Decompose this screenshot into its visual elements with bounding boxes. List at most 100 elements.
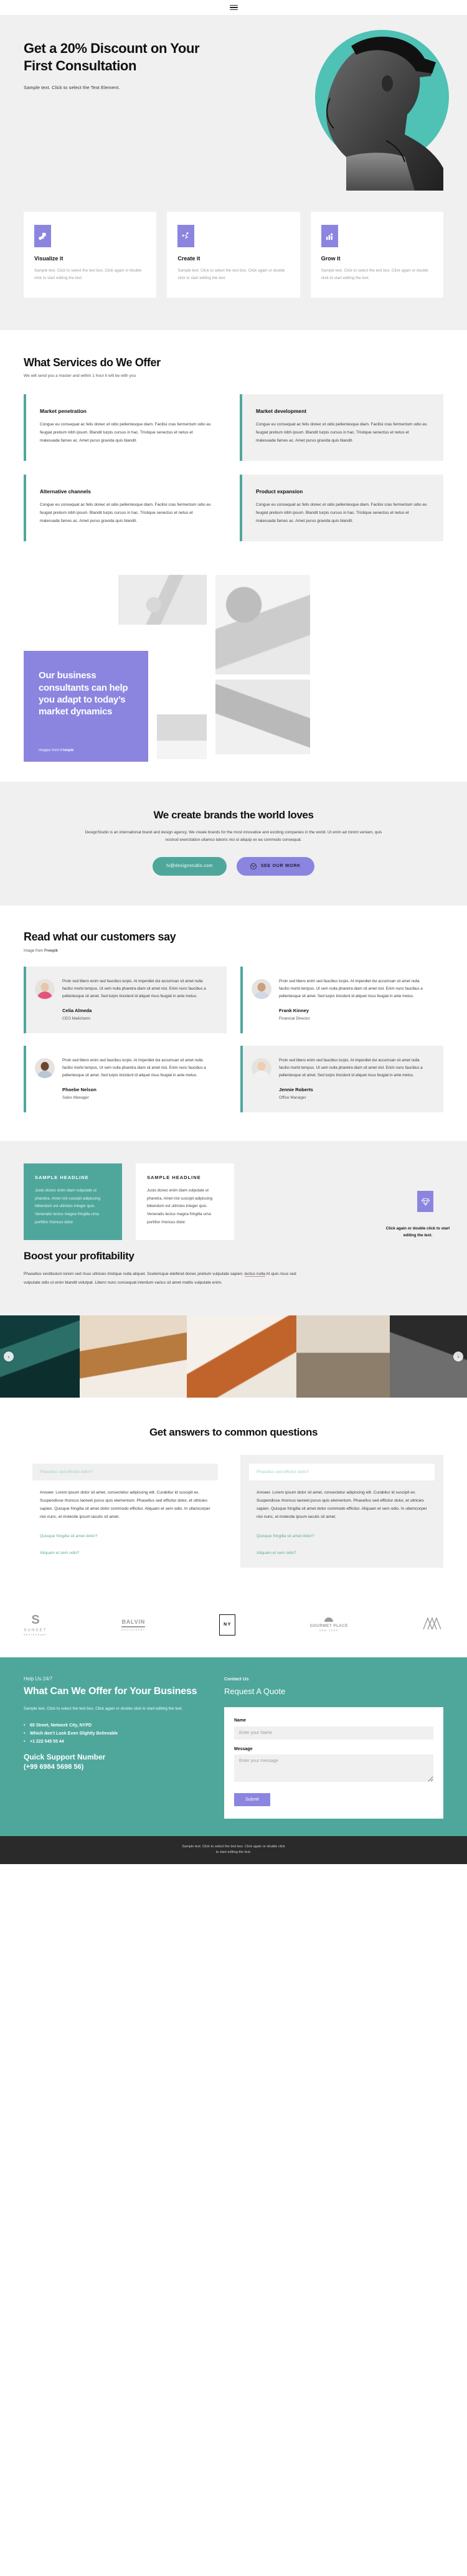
brands-title: We create brands the world loves	[153, 809, 314, 822]
headline-cards-section: SAMPLE HEADLINE Justo donec enim diam vu…	[0, 1141, 467, 1244]
services-subtitle: We will send you a master and within 1 h…	[24, 374, 136, 379]
service-title: Product expansion	[256, 488, 303, 495]
email-button[interactable]: hi@designstudio.com	[153, 856, 227, 876]
photo-keyboard-desk	[118, 575, 207, 625]
testimonial-name: Frank Kinney	[279, 1007, 309, 1013]
testimonials-title: Read what our customers say	[24, 930, 176, 943]
carousel-slide[interactable]	[187, 1315, 296, 1398]
faq-column: Phasellus sed efficitur dolor? Answer. L…	[24, 1455, 227, 1567]
carousel-slide[interactable]	[80, 1315, 187, 1398]
gem-note: Click again or double click to start edi…	[385, 1226, 450, 1238]
footer-section: Help Us 24/7 What Can We Offer for Your …	[0, 1657, 467, 1836]
avatar	[35, 978, 55, 999]
headline-card-title: SAMPLE HEADLINE	[35, 1175, 89, 1181]
service-card[interactable]: Market development Congue eu consequat a…	[240, 394, 443, 462]
faq-question[interactable]: Aliquam et sem odio?	[249, 1538, 435, 1555]
see-our-work-button[interactable]: SEE OUR WORK	[236, 856, 314, 876]
boost-inline-link[interactable]: lectus nulla	[244, 1272, 265, 1277]
photo-team-desk	[215, 680, 310, 755]
feature-card[interactable]: Create it Sample text. Click to select t…	[167, 212, 300, 298]
faq-answer: Answer. Lorem ipsum dolor sit amet, cons…	[40, 1490, 210, 1519]
logo-mountains	[422, 1616, 443, 1633]
hamburger-menu-icon[interactable]	[229, 4, 238, 11]
quick-support-label: Quick Support Number	[24, 1753, 106, 1762]
brands-buttons: hi@designstudio.com SEE OUR WORK	[24, 856, 443, 876]
testimonial-quote: Proin sed libero enim sed faucibus turpi…	[62, 978, 206, 998]
logo-ny: NY	[219, 1614, 236, 1636]
service-text: Congue eu consequat ac felis donec et od…	[256, 503, 427, 523]
services-title: What Services do We Offer	[24, 356, 161, 369]
service-title: Alternative channels	[40, 488, 91, 495]
testimonial-card[interactable]: Proin sed libero enim sed faucibus turpi…	[24, 1045, 227, 1113]
consultants-collage: Our business consultants can help you ad…	[0, 570, 467, 782]
testimonial-card[interactable]: Proin sed libero enim sed faucibus turpi…	[240, 966, 443, 1033]
footer-contact-list: 65 Street, Network City, NYPD Which don’…	[24, 1723, 210, 1744]
faq-question[interactable]: Quisque fringilla sit amet dolor?	[32, 1522, 218, 1538]
feature-card[interactable]: Visualize it Sample text. Click to selec…	[24, 212, 157, 298]
image-carousel: ‹ ›	[0, 1315, 467, 1398]
feature-text: Sample text. Click to select the text bo…	[177, 268, 285, 280]
faq-question[interactable]: Phasellus sed efficitur dolor?	[249, 1464, 435, 1481]
testimonial-role: CEO Mailcharm	[62, 1016, 91, 1021]
feature-text: Sample text. Click to select the text bo…	[321, 268, 428, 280]
service-card[interactable]: Market penetration Congue eu consequat a…	[24, 394, 227, 462]
avatar	[35, 1058, 55, 1078]
list-item: 65 Street, Network City, NYPD	[24, 1723, 210, 1728]
feature-card[interactable]: Grow it Sample text. Click to select the…	[310, 212, 443, 298]
list-item[interactable]: +1 222 545 55 44	[24, 1740, 210, 1744]
image-credit: Images from Freepik	[39, 749, 74, 753]
contact-title: Request A Quote	[224, 1686, 286, 1696]
photo-laptop	[157, 714, 207, 760]
carousel-slide[interactable]	[296, 1315, 390, 1398]
headline-card[interactable]: SAMPLE HEADLINE Justo donec enim diam vu…	[24, 1163, 122, 1241]
service-card[interactable]: Product expansion Congue eu consequat ac…	[240, 475, 443, 542]
service-text: Congue eu consequat ac felis donec et od…	[256, 422, 427, 443]
service-text: Congue eu consequat ac felis donec et od…	[40, 422, 211, 443]
testimonial-role: Financial Director	[279, 1016, 310, 1021]
submit-button[interactable]: Submit	[234, 1792, 270, 1806]
image-credit: Image from Freepik	[24, 948, 59, 953]
headline-card-text: Justo donec enim diam vulputate ut phare…	[147, 1188, 212, 1224]
chevron-left-icon[interactable]: ‹	[4, 1352, 14, 1362]
faq-answer: Answer. Lorem ipsum dolor sit amet, cons…	[257, 1490, 427, 1519]
feature-title: Create it	[177, 255, 200, 262]
feature-title: Grow it	[321, 255, 341, 262]
bottom-bar-line1: Sample text. Click to select the text bo…	[182, 1844, 285, 1849]
bottom-bar-line2: to start editing the text.	[215, 1850, 252, 1854]
quick-support-number[interactable]: (+99 6984 5698 56)	[24, 1763, 210, 1771]
chevron-right-icon[interactable]: ›	[453, 1352, 463, 1362]
consultants-title: Our business consultants can help you ad…	[39, 670, 128, 717]
faq-title: Get answers to common questions	[149, 1426, 318, 1439]
quote-form: Name Message Submit	[224, 1707, 443, 1819]
avatar	[252, 978, 271, 999]
client-logos: S SUNSET RESTAURANT BALVIN RESTAURANT NY…	[0, 1599, 467, 1657]
testimonial-quote: Proin sed libero enim sed faucibus turpi…	[62, 1058, 206, 1078]
testimonial-name: Phoebe Nelson	[62, 1087, 97, 1093]
logo-gourmet-place: GOURMET PLACE NEW YORK	[310, 1617, 348, 1632]
service-card[interactable]: Alternative channels Congue eu consequat…	[24, 475, 227, 542]
feature-text: Sample text. Click to select the text bo…	[34, 268, 142, 280]
see-our-work-label: SEE OUR WORK	[260, 864, 301, 869]
bottom-bar: Sample text. Click to select the text bo…	[0, 1835, 467, 1864]
testimonial-card[interactable]: Proin sed libero enim sed faucibus turpi…	[240, 1045, 443, 1113]
page-title: Get a 20% Discount on Your First Consult…	[24, 40, 200, 74]
message-field[interactable]	[234, 1754, 433, 1782]
testimonial-card[interactable]: Proin sed libero enim sed faucibus turpi…	[24, 966, 227, 1033]
testimonial-name: Jennie Roberts	[279, 1087, 313, 1093]
faq-question-label: Phasellus sed efficitur dolor?	[257, 1470, 309, 1475]
faq-question[interactable]: Quisque fringilla sit amet dolor?	[249, 1522, 435, 1538]
headline-card[interactable]: SAMPLE HEADLINE Justo donec enim diam vu…	[136, 1163, 234, 1241]
landing-page: Get a 20% Discount on Your First Consult…	[0, 0, 467, 1864]
faq-question[interactable]: Phasellus sed efficitur dolor?	[32, 1464, 218, 1481]
faq-question-label: Phasellus sed efficitur dolor?	[40, 1470, 93, 1475]
boost-section: Boost your profitability Phasellus vesti…	[0, 1244, 467, 1316]
bar-chart-growth-icon	[321, 225, 338, 247]
faq-question[interactable]: Aliquam et sem odio?	[32, 1538, 218, 1555]
testimonial-quote: Proin sed libero enim sed faucibus turpi…	[279, 1058, 423, 1078]
name-field[interactable]	[234, 1726, 433, 1740]
faq-column: Phasellus sed efficitur dolor? Answer. L…	[240, 1455, 443, 1568]
name-label: Name	[234, 1718, 247, 1723]
footer-lead: Sample text. Click to select the text bo…	[24, 1706, 183, 1711]
testimonial-role: Office Manager	[279, 1096, 306, 1101]
node-network-icon	[177, 225, 195, 247]
